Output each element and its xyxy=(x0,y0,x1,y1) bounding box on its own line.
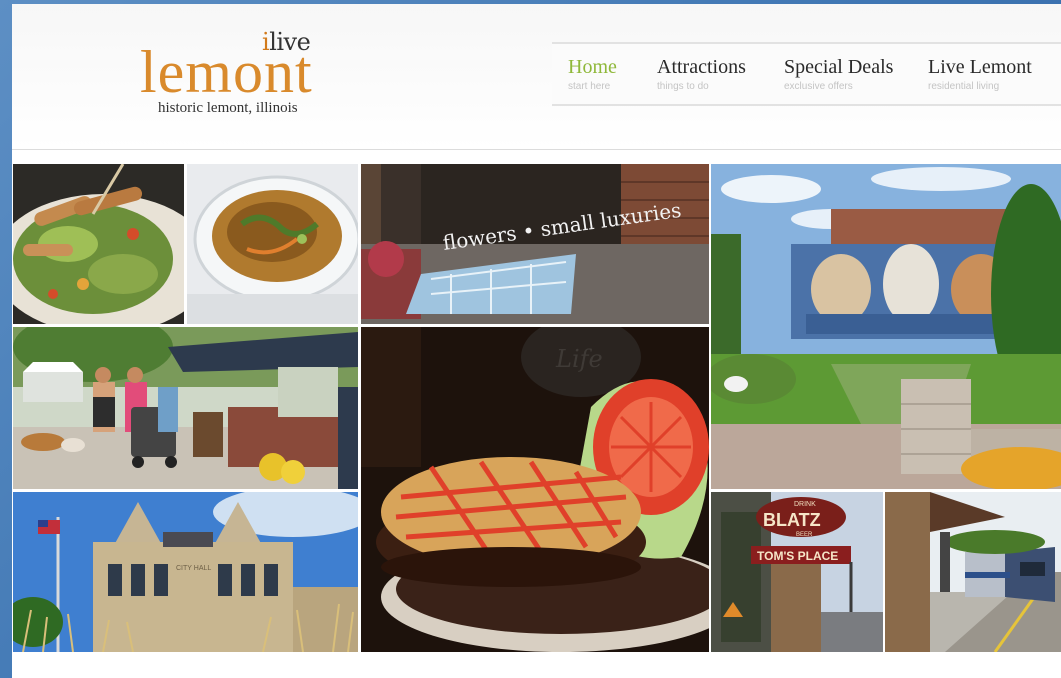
site-header: ilive lemont historic lemont, illinois H… xyxy=(12,4,1061,150)
footer-strip xyxy=(12,654,1061,678)
blatz-beer-text: BEER xyxy=(796,532,813,538)
photo-farmers-market[interactable] xyxy=(13,327,358,489)
nav-live-lemont[interactable]: Live Lemont residential living xyxy=(928,56,1032,92)
photo-burger[interactable]: Life xyxy=(361,327,709,652)
nav-attractions[interactable]: Attractions things to do xyxy=(657,56,746,92)
photo-salad[interactable] xyxy=(13,164,184,324)
nav-special-deals[interactable]: Special Deals exclusive offers xyxy=(784,56,893,92)
photo-mural-park[interactable] xyxy=(711,164,1061,489)
logo-wordmark: lemont xyxy=(140,39,313,105)
page: ilive lemont historic lemont, illinois H… xyxy=(12,4,1061,678)
logo-tagline: historic lemont, illinois xyxy=(158,100,298,116)
bottle-logo-text: Life xyxy=(555,345,603,373)
photo-blatz-sign[interactable]: DRINK BLATZ BEER TOM'S PLACE xyxy=(711,492,883,652)
blatz-drink-text: DRINK xyxy=(794,501,816,508)
nav-home[interactable]: Home start here xyxy=(568,56,617,92)
city-hall-engraving: CITY HALL xyxy=(176,565,211,572)
site-logo[interactable]: ilive lemont historic lemont, illinois xyxy=(140,26,340,126)
photo-soup[interactable] xyxy=(187,164,358,324)
photo-train-station[interactable] xyxy=(885,492,1061,652)
blatz-main-text: BLATZ xyxy=(763,510,821,530)
photo-storefront[interactable]: flowers • small luxuries xyxy=(361,164,709,324)
main-nav: Home start here Attractions things to do… xyxy=(552,42,1061,106)
photo-city-hall[interactable]: CITY HALL xyxy=(13,492,358,652)
toms-place-text: TOM'S PLACE xyxy=(757,549,838,563)
